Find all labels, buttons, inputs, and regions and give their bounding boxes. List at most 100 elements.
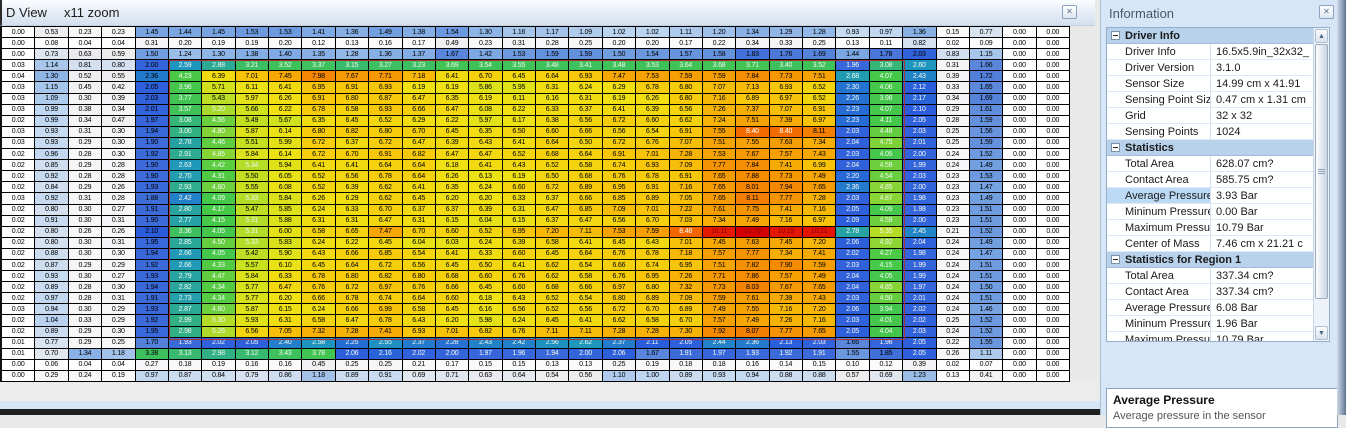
heatmap-cell: 0.04: [102, 360, 135, 371]
heatmap-cell: 6.56: [603, 127, 636, 138]
scroll-thumb[interactable]: [1315, 44, 1328, 299]
heatmap-cell: 7.05: [670, 193, 703, 204]
heatmap-cell: 6.47: [569, 216, 602, 227]
property-row[interactable]: Mininum Pressure0.00 Bar: [1107, 204, 1329, 220]
heatmap-cell: 0.25: [569, 38, 602, 49]
heatmap-cell: 1.14: [35, 60, 68, 71]
heatmap-cell: 6.68: [436, 271, 469, 282]
heatmap-cell: 2.91: [169, 149, 202, 160]
heatmap-cell: 3.53: [636, 60, 669, 71]
heatmap-cell: 6.41: [569, 315, 602, 326]
heatmap-cell: 2.43: [903, 71, 936, 82]
heatmap-cell: 2.03: [836, 315, 869, 326]
heatmap-cell: 0.00: [1003, 94, 1036, 105]
heatmap-cell: 0.03: [2, 304, 35, 315]
heatmap-cell: 0.04: [69, 360, 102, 371]
property-row[interactable]: Sensing Points1024: [1107, 124, 1329, 140]
heatmap-cell: 1.44: [169, 27, 202, 38]
property-row[interactable]: Driver Version3.1.0: [1107, 60, 1329, 76]
heatmap-cell: 6.31: [569, 94, 602, 105]
heatmap-cell: 2.03: [903, 49, 936, 60]
collapse-minus-icon[interactable]: [1111, 31, 1120, 40]
heatmap-cell: 4.80: [202, 127, 235, 138]
info-panel-close-button[interactable]: ✕: [1319, 5, 1334, 19]
property-row[interactable]: Average Pressure6.08 Bar: [1107, 300, 1329, 316]
collapse-minus-icon[interactable]: [1111, 143, 1120, 152]
heatmap-cell: 1.53: [236, 27, 269, 38]
heatmap-cell: 2.28: [436, 338, 469, 349]
heatmap-cell: 2.93: [169, 182, 202, 193]
heatmap-cell: 0.13: [836, 38, 869, 49]
heatmap-cell: 7.77: [770, 193, 803, 204]
scroll-down-button[interactable]: ▼: [1315, 326, 1328, 340]
collapse-minus-icon[interactable]: [1111, 255, 1120, 264]
heatmap-cell: 1.93: [136, 304, 169, 315]
heatmap-cell: 6.78: [336, 293, 369, 304]
heatmap-cell: 6.76: [603, 171, 636, 182]
heatmap-cell: 3.08: [870, 60, 903, 71]
property-row[interactable]: Sensing Point Size0.47 cm x 1.31 cm: [1107, 92, 1329, 108]
heatmap-cell: 0.09: [970, 38, 1003, 49]
heatmap-cell: 2.06: [836, 238, 869, 249]
heatmap-cell: 0.93: [35, 127, 68, 138]
property-row[interactable]: Grid32 x 32: [1107, 108, 1329, 124]
heatmap-cell: 1.92: [136, 315, 169, 326]
heatmap-cell: 0.15: [503, 360, 536, 371]
heatmap-cell: 3.38: [136, 349, 169, 360]
property-row[interactable]: Mininum Pressure1.96 Bar: [1107, 316, 1329, 332]
heatmap-cell: 1.57: [670, 49, 703, 60]
heatmap-cell: 6.39: [503, 238, 536, 249]
heatmap-cell: 6.11: [503, 94, 536, 105]
property-row[interactable]: Average Pressure3.93 Bar: [1107, 188, 1329, 204]
heatmap-cell: 6.60: [436, 293, 469, 304]
heatmap-cell: 0.00: [1003, 38, 1036, 49]
heatmap-cell: 0.00: [2, 27, 35, 38]
property-row[interactable]: Contact Area337.34 cm?: [1107, 284, 1329, 300]
property-row[interactable]: Sensor Size14.99 cm x 41.91: [1107, 76, 1329, 92]
heatmap-cell: 6.41: [569, 238, 602, 249]
heatmap-cell: 6.33: [336, 205, 369, 216]
heatmap-cell: 7.07: [770, 105, 803, 116]
property-row[interactable]: Contact Area585.75 cm?: [1107, 172, 1329, 188]
heatmap-cell: 0.01: [2, 338, 35, 349]
property-row[interactable]: Total Area337.34 cm?: [1107, 268, 1329, 284]
pressure-heatmap-grid[interactable]: 0.000.530.230.231.451.441.451.531.531.41…: [0, 26, 1070, 382]
section-header-row[interactable]: Statistics: [1107, 140, 1329, 156]
heatmap-cell: 7.98: [302, 71, 335, 82]
heatmap-cell: 0.23: [937, 193, 970, 204]
property-value: 10.79 Bar: [1211, 220, 1329, 235]
property-grid-scrollbar[interactable]: ▲ ▼: [1313, 28, 1329, 341]
heatmap-cell: 2.02: [903, 315, 936, 326]
heatmap-cell: 1.53: [970, 171, 1003, 182]
property-row[interactable]: Total Area628.07 cm?: [1107, 156, 1329, 172]
heatmap-cell: 6.89: [736, 94, 769, 105]
property-row[interactable]: Center of Mass7.46 cm x 21.21 c: [1107, 236, 1329, 252]
heatmap-cell: 0.00: [1003, 260, 1036, 271]
heatmap-cell: 6.62: [536, 271, 569, 282]
property-value: 0.00 Bar: [1211, 204, 1329, 219]
heatmap-cell: 0.73: [35, 49, 68, 60]
heatmap-cell: 0.89: [35, 327, 68, 338]
heatmap-cell: 6.00: [269, 227, 302, 238]
heatmap-cell: 5.84: [236, 271, 269, 282]
heatmap-cell: 6.64: [536, 71, 569, 82]
view-close-button[interactable]: ✕: [1062, 5, 1077, 19]
heatmap-cell: 2.03: [836, 260, 869, 271]
view-titlebar[interactable]: D View x11 zoom ✕: [0, 0, 1095, 26]
heatmap-cell: 0.00: [1003, 371, 1036, 382]
section-header-row[interactable]: Driver Info: [1107, 28, 1329, 44]
heatmap-cell: 0.97: [870, 27, 903, 38]
property-row[interactable]: Maximum Pressure10.79 Bar: [1107, 220, 1329, 236]
heatmap-cell: 6.72: [302, 138, 335, 149]
heatmap-cell: 0.17: [403, 38, 436, 49]
heatmap-cell: 0.03: [2, 94, 35, 105]
heatmap-cell: 0.00: [1037, 49, 1070, 60]
property-row[interactable]: Driver Info16.5x5.9in_32x32_: [1107, 44, 1329, 60]
section-header-row[interactable]: Statistics for Region 1: [1107, 252, 1329, 268]
heatmap-cell: 0.16: [369, 38, 402, 49]
heatmap-cell: 2.56: [536, 338, 569, 349]
scroll-up-button[interactable]: ▲: [1315, 29, 1328, 43]
heatmap-cell: 1.30: [202, 49, 235, 60]
property-row[interactable]: Maximum Pressure10.79 Bar: [1107, 332, 1329, 342]
heatmap-cell: 2.02: [836, 249, 869, 260]
